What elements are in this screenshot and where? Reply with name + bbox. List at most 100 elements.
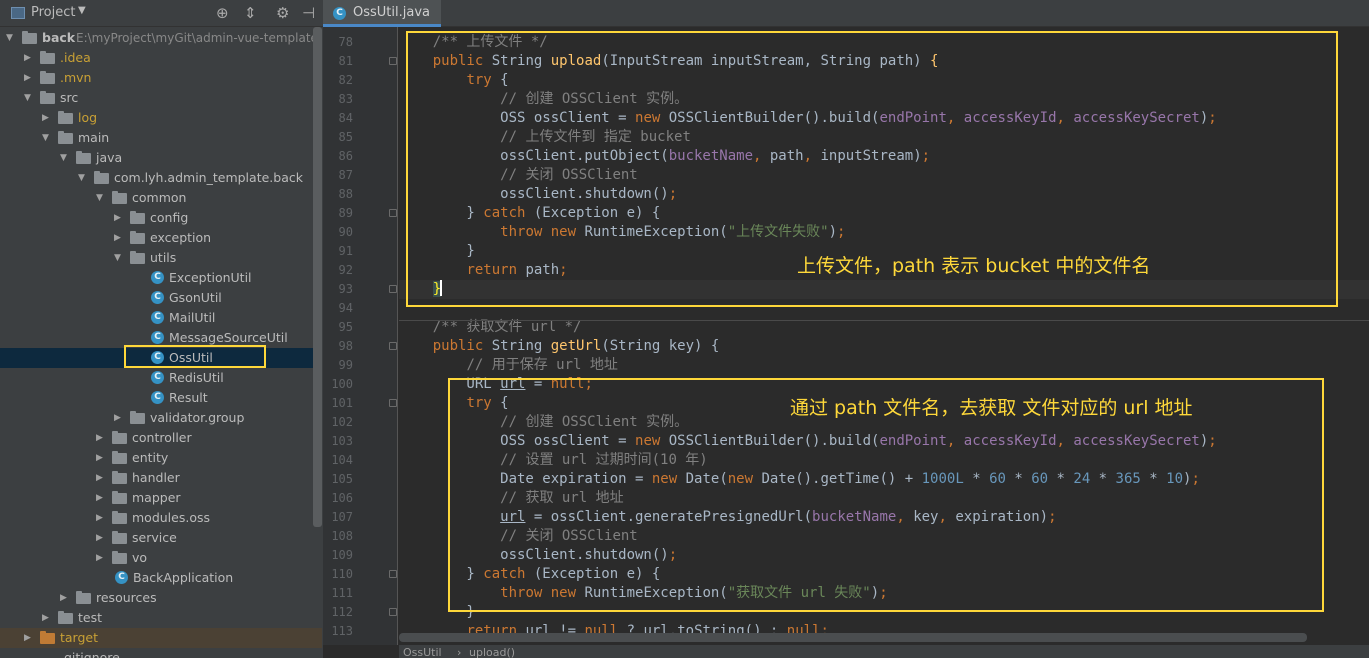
class-icon: C: [115, 571, 128, 584]
editor-gutter: 78 81 82 83 84 85 86 87 88 89 90 91 92 93 94 95 98 99 100 1…: [323, 27, 398, 645]
line-number: 94: [338, 301, 353, 315]
tree-folder-item[interactable]: ▼ main: [0, 128, 322, 148]
code-line[interactable]: public String getUrl(String key) {: [399, 337, 720, 356]
chevron-right-icon[interactable]: ▶: [60, 588, 67, 608]
chevron-right-icon[interactable]: ▶: [24, 48, 31, 68]
breadcrumb: OssUtil › upload(): [399, 645, 1369, 658]
project-view-selector[interactable]: Project: [31, 5, 75, 20]
tree-item-label: Result: [169, 390, 208, 405]
folder-icon: [112, 531, 127, 544]
fold-marker-icon[interactable]: [389, 342, 397, 350]
chevron-down-icon[interactable]: ▼: [78, 168, 85, 188]
horizontal-scrollbar[interactable]: [399, 633, 1307, 642]
tree-item-label: log: [78, 110, 98, 125]
tree-folder-item[interactable]: ▶ target: [0, 628, 322, 648]
chevron-right-icon[interactable]: ▶: [114, 408, 121, 428]
chevron-down-icon[interactable]: ▼: [6, 28, 13, 48]
geturl-annotation: 通过 path 文件名，去获取 文件对应的 url 地址: [790, 397, 1193, 419]
tree-item-label: exception: [150, 230, 212, 245]
breadcrumb-class[interactable]: OssUtil: [403, 646, 442, 658]
chevron-down-icon[interactable]: ▼: [24, 88, 31, 108]
tree-item-label: back: [42, 30, 76, 45]
fold-marker-icon[interactable]: [389, 399, 397, 407]
tree-folder-item[interactable]: ▼ java: [0, 148, 322, 168]
fold-marker-icon[interactable]: [389, 285, 397, 293]
tree-folder-item[interactable]: ▶ .idea: [0, 48, 322, 68]
tree-folder-item[interactable]: ▶ test: [0, 608, 322, 628]
tree-folder-item[interactable]: ▶ handler: [0, 468, 322, 488]
chevron-down-icon[interactable]: ▼: [60, 148, 67, 168]
editor-tab-bar: C OssUtil.java: [323, 0, 1369, 27]
tree-folder-item[interactable]: ▼ com.lyh.admin_template.back: [0, 168, 322, 188]
tree-folder-item[interactable]: ▶ entity: [0, 448, 322, 468]
chevron-down-icon[interactable]: ▼: [96, 188, 103, 208]
chevron-right-icon[interactable]: ▶: [96, 548, 103, 568]
chevron-right-icon[interactable]: ▶: [114, 228, 121, 248]
tree-folder-item[interactable]: ▶ exception: [0, 228, 322, 248]
tree-class-item[interactable]: C Result: [0, 388, 322, 408]
folder-icon: [40, 631, 55, 644]
project-panel-header: Project ▼ ⊕ ⇕ ⚙ ⊣: [0, 0, 323, 27]
tree-class-item[interactable]: C MailUtil: [0, 308, 322, 328]
fold-marker-icon[interactable]: [389, 57, 397, 65]
target-icon[interactable]: ⊕: [216, 4, 229, 22]
line-number: 82: [338, 73, 353, 87]
breadcrumb-method[interactable]: upload(): [469, 646, 515, 658]
tree-scrollbar[interactable]: [313, 27, 322, 527]
tree-item-label: handler: [132, 470, 180, 485]
chevron-down-icon[interactable]: ▼: [114, 248, 121, 268]
selected-file-highlight: [124, 345, 266, 368]
chevron-right-icon[interactable]: ▶: [96, 468, 103, 488]
tree-item-label: target: [60, 630, 99, 645]
collapse-icon[interactable]: ⇕: [244, 4, 257, 22]
tree-folder-item[interactable]: ▶ config: [0, 208, 322, 228]
folder-icon: [112, 471, 127, 484]
tree-folder-item[interactable]: ▶ vo: [0, 548, 322, 568]
tree-item-label: controller: [132, 430, 192, 445]
folder-icon: [58, 131, 73, 144]
tree-class-item[interactable]: C RedisUtil: [0, 368, 322, 388]
tree-folder-item[interactable]: ▼ utils: [0, 248, 322, 268]
chevron-right-icon[interactable]: ▶: [96, 508, 103, 528]
tree-folder-item[interactable]: ▶ log: [0, 108, 322, 128]
chevron-right-icon[interactable]: ▶: [96, 428, 103, 448]
folder-icon: [22, 31, 37, 44]
project-window-icon: [11, 7, 25, 19]
hide-icon[interactable]: ⊣: [302, 4, 315, 22]
chevron-right-icon[interactable]: ▶: [114, 208, 121, 228]
gear-icon[interactable]: ⚙: [276, 4, 289, 22]
tree-class-item[interactable]: C ExceptionUtil: [0, 268, 322, 288]
tree-item-path: E:\myProject\myGit\admin-vue-template\b: [76, 31, 322, 45]
fold-marker-icon[interactable]: [389, 608, 397, 616]
tree-item-label: service: [132, 530, 177, 545]
tree-folder-item[interactable]: ▶ service: [0, 528, 322, 548]
chevron-right-icon[interactable]: ▶: [24, 628, 31, 648]
chevron-down-icon[interactable]: ▼: [42, 128, 49, 148]
tree-folder-item[interactable]: ▶ validator.group: [0, 408, 322, 428]
chevron-right-icon[interactable]: ▶: [96, 488, 103, 508]
chevron-right-icon[interactable]: ▶: [42, 608, 49, 628]
tab-ossutil-java[interactable]: C OssUtil.java: [323, 0, 441, 27]
code-line[interactable]: // 用于保存 url 地址: [399, 356, 617, 375]
tree-item-label: entity: [132, 450, 169, 465]
fold-marker-icon[interactable]: [389, 570, 397, 578]
tree-folder-item[interactable]: ▶ modules.oss: [0, 508, 322, 528]
tree-folder-item[interactable]: ▶ resources: [0, 588, 322, 608]
folder-icon: [58, 111, 73, 124]
tree-folder-item[interactable]: ▼ src: [0, 88, 322, 108]
fold-marker-icon[interactable]: [389, 209, 397, 217]
tree-folder-item[interactable]: ▼ back E:\myProject\myGit\admin-vue-templa…: [0, 28, 322, 48]
chevron-right-icon[interactable]: ▶: [24, 68, 31, 88]
chevron-right-icon[interactable]: ▶: [96, 528, 103, 548]
tree-folder-item[interactable]: ▶ .mvn: [0, 68, 322, 88]
tree-folder-item[interactable]: ▶ mapper: [0, 488, 322, 508]
chevron-right-icon[interactable]: ▶: [42, 108, 49, 128]
tree-folder-item[interactable]: ▶ controller: [0, 428, 322, 448]
chevron-down-icon[interactable]: ▼: [78, 5, 86, 16]
tree-item-label: common: [132, 190, 187, 205]
tree-file-item[interactable]: .gitignore: [0, 648, 322, 658]
tree-folder-item[interactable]: ▼ common: [0, 188, 322, 208]
tree-class-item[interactable]: C GsonUtil: [0, 288, 322, 308]
chevron-right-icon[interactable]: ▶: [96, 448, 103, 468]
tree-class-item[interactable]: C BackApplication: [0, 568, 322, 588]
